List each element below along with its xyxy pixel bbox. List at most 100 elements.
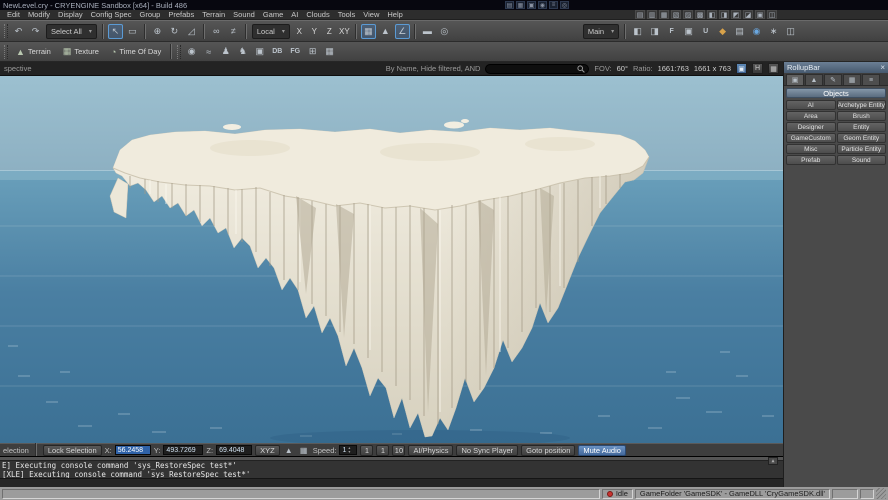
particle-editor-icon[interactable]: ∗	[766, 24, 781, 39]
terrain-snap-icon[interactable]: ▲	[283, 445, 295, 456]
menu-terrain[interactable]: Terrain	[198, 10, 229, 19]
document-icon[interactable]: ▤	[505, 1, 514, 9]
grid-view-button[interactable]: ▦	[768, 63, 779, 74]
terrain-button[interactable]: ▲ Terrain	[11, 44, 56, 60]
time-of-day-button[interactable]: ◔ Time Of Day	[106, 44, 166, 60]
object-type-prefab-button[interactable]: Prefab	[786, 155, 836, 165]
viewport-3d[interactable]	[0, 76, 783, 443]
z-coordinate-field[interactable]: 69.4048	[216, 445, 253, 455]
flowgraph-editor-icon[interactable]: FG	[287, 44, 303, 59]
modelling-tab-icon[interactable]: ✎	[824, 74, 842, 85]
xyz-lock-button[interactable]: XYZ	[255, 444, 280, 456]
menu-config-spec[interactable]: Config Spec	[87, 10, 136, 19]
menu-display[interactable]: Display	[54, 10, 87, 19]
no-sync-player-button[interactable]: No Sync Player	[456, 444, 519, 456]
ai-physics-button[interactable]: AI/Physics	[408, 444, 454, 456]
objects-tab-icon[interactable]: ▣	[786, 74, 804, 85]
scroll-up-icon[interactable]: ▲	[768, 457, 778, 465]
grid-settings-icon[interactable]: ▦	[322, 44, 337, 59]
resize-grip[interactable]	[876, 488, 886, 499]
editor-icon[interactable]: ▤	[635, 10, 645, 19]
crowd-icon[interactable]: ♞	[235, 44, 250, 59]
rotate-icon[interactable]: ↻	[167, 24, 182, 39]
axis-y-button[interactable]: Y	[308, 25, 321, 38]
cube-icon[interactable]: ▣	[527, 1, 536, 9]
object-type-sound-button[interactable]: Sound	[836, 155, 886, 165]
editor-icon[interactable]: ◪	[743, 10, 753, 19]
objects-section-header[interactable]: Objects	[786, 88, 886, 98]
vehicle-icon[interactable]: ▣	[252, 44, 267, 59]
object-type-gamecustom-button[interactable]: GameCustom	[786, 133, 836, 143]
speed-preset-2-button[interactable]: 1	[376, 444, 390, 456]
monitor-icon[interactable]: ▣	[736, 63, 747, 74]
editor-icon[interactable]: ▥	[647, 10, 657, 19]
globe-icon[interactable]: ◎	[560, 1, 569, 9]
link-icon[interactable]: ∞	[209, 24, 224, 39]
editor-icon[interactable]: ▩	[695, 10, 705, 19]
redo-icon[interactable]: ↷	[28, 24, 43, 39]
grid-icon[interactable]: ▦	[516, 1, 525, 9]
filter-mode-label[interactable]: By Name, Hide filtered, AND	[386, 64, 481, 73]
light-icon[interactable]: ◉	[749, 24, 764, 39]
menu-modify[interactable]: Modify	[24, 10, 54, 19]
entity-icon[interactable]: ▣	[681, 24, 696, 39]
menu-game[interactable]: Game	[259, 10, 287, 19]
editor-icon[interactable]: ◩	[731, 10, 741, 19]
stepper-down-icon[interactable]: ▾	[348, 450, 350, 454]
search-input[interactable]	[485, 63, 590, 74]
undo-icon[interactable]: ↶	[11, 24, 26, 39]
snap-grid-icon[interactable]: ▦	[360, 23, 376, 39]
goto-position-button[interactable]: Goto position	[521, 444, 576, 456]
layers-icon[interactable]: ≡	[549, 1, 558, 9]
speed-stepper[interactable]: ▴ ▾	[348, 446, 350, 454]
object-type-misc-button[interactable]: Misc	[786, 144, 836, 154]
camera-icon[interactable]: ◉	[538, 1, 547, 9]
database-view-icon[interactable]: DB	[269, 44, 285, 59]
menu-sound[interactable]: Sound	[229, 10, 259, 19]
terrain-tab-icon[interactable]: ▲	[805, 74, 823, 85]
editor-icon[interactable]: ◧	[707, 10, 717, 19]
mute-audio-button[interactable]: Mute Audio	[578, 444, 626, 456]
editor-icon[interactable]: ◨	[719, 10, 729, 19]
goto-position-icon[interactable]: ◎	[437, 24, 452, 39]
x-coordinate-field[interactable]: 56.2458	[114, 445, 151, 455]
snap-angle-icon[interactable]: ∠	[394, 23, 410, 39]
console-input[interactable]	[0, 478, 783, 487]
toolbar-grip[interactable]	[177, 44, 182, 59]
speed-preset-1-button[interactable]: 1	[360, 444, 374, 456]
physics-toggle-icon[interactable]: ◧	[630, 24, 645, 39]
texture-button[interactable]: ▦ Texture	[58, 44, 104, 60]
editor-icon[interactable]: ▦	[659, 10, 669, 19]
menu-group[interactable]: Group	[135, 10, 164, 19]
scale-icon[interactable]: ◿	[184, 24, 199, 39]
toolbar-grip[interactable]	[4, 24, 8, 38]
material-editor-icon[interactable]: ◆	[715, 24, 730, 39]
speed-field[interactable]: 1 ▴ ▾	[339, 445, 358, 455]
layer-dropdown[interactable]: Main ▾	[582, 23, 620, 39]
object-type-area-button[interactable]: Area	[786, 111, 836, 121]
lock-selection-button[interactable]: Lock Selection	[42, 444, 102, 456]
character-icon[interactable]: ♟	[218, 44, 233, 59]
editor-icon[interactable]: ▣	[755, 10, 765, 19]
viewport-camera-label[interactable]: spective	[4, 64, 32, 73]
audio-controls-icon[interactable]: ◫	[783, 24, 798, 39]
unlink-icon[interactable]: ≠	[226, 24, 241, 39]
editor-icon[interactable]: ▧	[671, 10, 681, 19]
object-type-particle-entity-button[interactable]: Particle Entity	[836, 144, 886, 154]
object-type-geom-entity-button[interactable]: Geom Entity	[836, 133, 886, 143]
layers-tab-icon[interactable]: ≡	[862, 74, 880, 85]
resolution-value[interactable]: 1661 x 763	[694, 64, 731, 73]
editor-icon[interactable]: ◫	[767, 10, 777, 19]
ai-point-icon[interactable]: ◉	[184, 44, 199, 59]
layer-editor-icon[interactable]: ▤	[732, 24, 747, 39]
follow-terrain-icon[interactable]: ▲	[378, 24, 393, 39]
object-type-archetype-entity-button[interactable]: Archetype Entity	[836, 100, 886, 110]
reference-coordsys-dropdown[interactable]: Local ▾	[251, 23, 290, 39]
menu-help[interactable]: Help	[383, 10, 406, 19]
editor-icon[interactable]: ▨	[683, 10, 693, 19]
fov-value[interactable]: 60°	[617, 64, 628, 73]
measure-icon[interactable]: ▬	[420, 24, 435, 39]
ratio-value[interactable]: 1661:763	[658, 64, 689, 73]
speed-preset-10-button[interactable]: 10	[392, 444, 406, 456]
helpers-toggle-button[interactable]: H	[752, 63, 763, 74]
